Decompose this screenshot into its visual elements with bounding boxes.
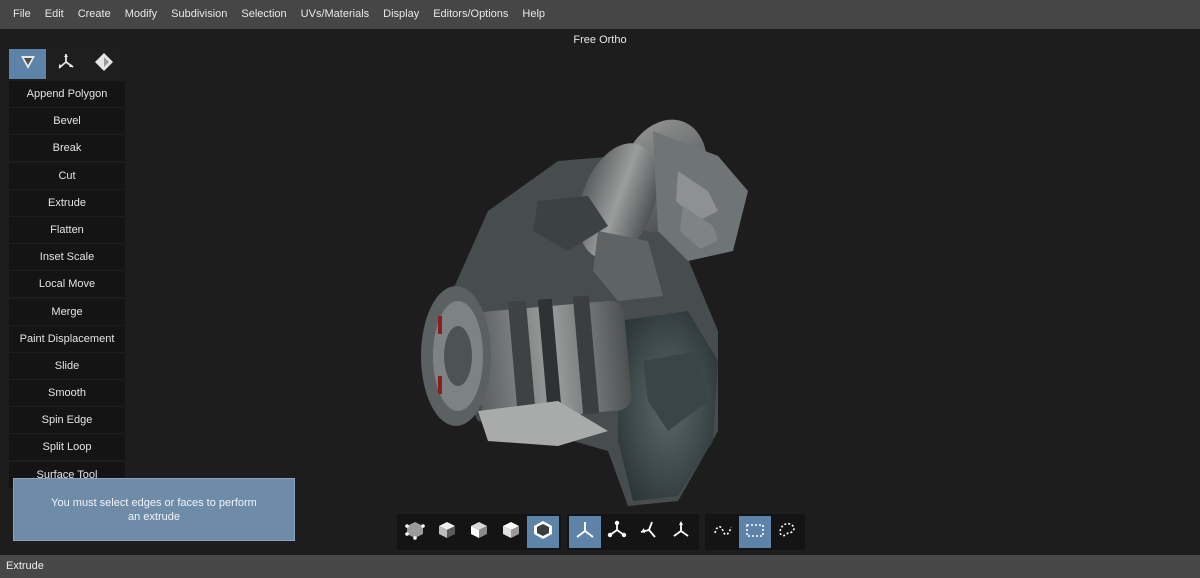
uv-mode-button[interactable] [85,49,122,79]
menubar: File Edit Create Modify Subdivision Sele… [0,0,1200,29]
mesh-select-button[interactable] [527,516,559,548]
transform-mode-group [567,514,699,550]
lasso-select-button[interactable] [707,516,739,548]
mesh-select-icon [532,519,554,546]
face-select-button[interactable] [431,516,463,548]
normal-axis-icon [670,519,692,546]
menu-create[interactable]: Create [71,0,118,29]
menu-modify[interactable]: Modify [118,0,164,29]
menu-display[interactable]: Display [376,0,426,29]
status-bar: Extrude [0,555,1200,578]
object-select-icon [404,519,426,546]
mesh-mode-button[interactable] [9,49,46,79]
menu-help[interactable]: Help [515,0,552,29]
paint-select-icon [776,519,798,546]
bottom-toolbar [397,514,805,550]
vertex-select-icon [500,519,522,546]
tool-bevel[interactable]: Bevel [9,108,125,135]
tool-spin-edge[interactable]: Spin Edge [9,407,125,434]
rect-select-button[interactable] [739,516,771,548]
tool-slide[interactable]: Slide [9,352,125,379]
face-select-icon [436,519,458,546]
marquee-mode-group [705,514,805,550]
tool-split-loop[interactable]: Split Loop [9,434,125,461]
selection-mode-group [397,514,561,550]
tool-local-move[interactable]: Local Move [9,271,125,298]
local-axis-icon [574,519,596,546]
world-axis-button[interactable] [601,516,633,548]
transform-mode-icon [56,52,76,77]
lasso-select-icon [712,519,734,546]
rect-select-icon [744,519,766,546]
edge-select-button[interactable] [463,516,495,548]
view-title: Free Ortho [573,34,627,46]
status-text: Extrude [6,560,44,572]
app-window: File Edit Create Modify Subdivision Sele… [0,0,1200,578]
mesh-mode-icon [18,52,38,77]
menu-file[interactable]: File [0,0,38,29]
normal-axis-button[interactable] [665,516,697,548]
tool-append-polygon[interactable]: Append Polygon [9,81,125,107]
mode-row [9,49,125,79]
screen-axis-button[interactable] [633,516,665,548]
tool-paint-displacement[interactable]: Paint Displacement [9,325,125,352]
menu-editors-options[interactable]: Editors/Options [426,0,515,29]
tool-panel: Append Polygon Bevel Break Cut Extrude F… [9,49,125,489]
notification-toast: You must select edges or faces to perfor… [13,478,295,541]
tool-break[interactable]: Break [9,135,125,162]
tool-flatten[interactable]: Flatten [9,216,125,243]
toast-message: You must select edges or faces to perfor… [51,496,257,523]
menu-selection[interactable]: Selection [234,0,293,29]
uv-mode-icon [94,52,114,77]
menu-subdivision[interactable]: Subdivision [164,0,234,29]
edge-select-icon [468,519,490,546]
tool-merge[interactable]: Merge [9,298,125,325]
screen-axis-icon [638,519,660,546]
menu-edit[interactable]: Edit [38,0,71,29]
menu-uvs-materials[interactable]: UVs/Materials [294,0,376,29]
local-axis-button[interactable] [569,516,601,548]
model-mesh[interactable] [418,101,778,521]
transform-mode-button[interactable] [47,49,84,79]
viewport[interactable]: Free Ortho Append Polygon Bevel Break Cu… [0,29,1200,555]
tool-extrude[interactable]: Extrude [9,189,125,216]
tool-smooth[interactable]: Smooth [9,380,125,407]
tool-inset-scale[interactable]: Inset Scale [9,244,125,271]
vertex-select-button[interactable] [495,516,527,548]
world-axis-icon [606,519,628,546]
paint-select-button[interactable] [771,516,803,548]
object-select-button[interactable] [399,516,431,548]
tool-cut[interactable]: Cut [9,162,125,189]
